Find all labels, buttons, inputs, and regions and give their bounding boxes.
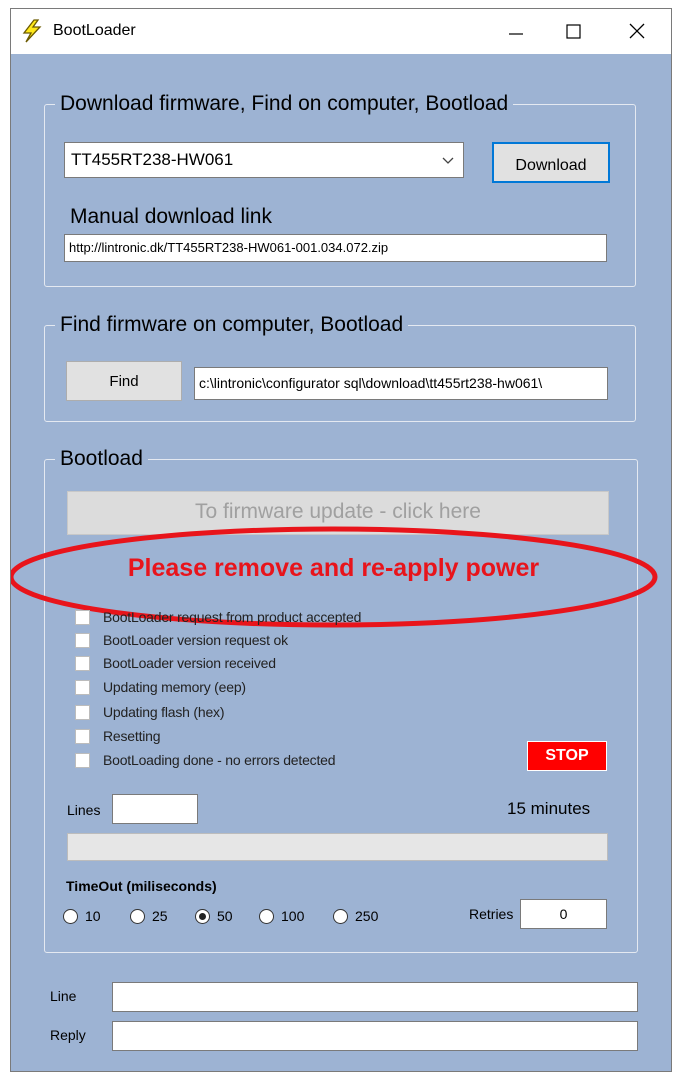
timeout-option[interactable]: 25 — [130, 905, 168, 927]
step-label: Updating memory (eep) — [103, 679, 246, 695]
step-row[interactable]: BootLoader version received — [75, 652, 455, 674]
maximize-icon — [566, 24, 581, 39]
step-checkbox[interactable] — [75, 632, 90, 648]
maximize-button[interactable] — [550, 9, 596, 54]
step-row[interactable]: Updating memory (eep) — [75, 676, 455, 698]
timeout-option[interactable]: 50 — [195, 905, 233, 927]
firmware-select[interactable]: TT455RT238-HW061 — [64, 142, 464, 178]
timeout-option[interactable]: 100 — [259, 905, 304, 927]
step-row[interactable]: BootLoader version request ok — [75, 629, 455, 651]
lines-field[interactable] — [112, 794, 198, 824]
step-row[interactable]: BootLoading done - no errors detected — [75, 749, 455, 771]
duration-text: 15 minutes — [507, 799, 591, 818]
step-row[interactable]: BootLoader request from product accepted — [75, 606, 455, 628]
step-checkbox[interactable] — [75, 679, 90, 695]
line-label: Line — [50, 988, 77, 1004]
manual-link-field[interactable]: http://lintronic.dk/TT455RT238-HW061-001… — [64, 234, 607, 262]
bootloader-window: BootLoader Download firmware, Find on co… — [10, 8, 672, 1072]
step-checkbox[interactable] — [75, 728, 90, 744]
download-button[interactable]: Download — [492, 142, 610, 183]
reply-field[interactable] — [112, 1021, 638, 1051]
timeout-label: TimeOut (miliseconds) — [66, 878, 217, 894]
retries-field[interactable]: 0 — [520, 899, 607, 929]
bootload-progress-bar — [67, 833, 608, 861]
bootload-group-legend: Bootload — [55, 445, 148, 473]
timeout-radio[interactable] — [195, 908, 210, 924]
step-label: BootLoading done - no errors detected — [103, 752, 336, 768]
line-field[interactable] — [112, 982, 638, 1012]
minimize-button[interactable] — [493, 9, 539, 54]
timeout-option-label: 50 — [217, 908, 233, 924]
download-group-legend: Download firmware, Find on computer, Boo… — [55, 90, 514, 118]
timeout-radio[interactable] — [333, 908, 348, 924]
step-checkbox[interactable] — [75, 704, 90, 720]
step-label: BootLoader version received — [103, 655, 276, 671]
step-row[interactable]: Updating flash (hex) — [75, 701, 455, 723]
retries-label: Retries — [469, 906, 514, 922]
power-annotation-text: Please remove and re-apply power — [127, 554, 540, 582]
timeout-option-label: 100 — [281, 908, 305, 924]
timeout-option-label: 10 — [85, 908, 101, 924]
timeout-option[interactable]: 250 — [333, 905, 378, 927]
step-label: Updating flash (hex) — [103, 704, 225, 720]
window-title: BootLoader — [53, 22, 136, 39]
firmware-select-value: TT455RT238-HW061 — [71, 150, 234, 169]
lightning-bolt-icon — [21, 19, 43, 43]
minimize-icon — [509, 33, 523, 35]
find-group-legend: Find firmware on computer, Bootload — [55, 311, 409, 339]
timeout-option-label: 250 — [355, 908, 379, 924]
lines-label: Lines — [67, 802, 101, 818]
step-checkbox[interactable] — [75, 752, 90, 768]
step-checkbox[interactable] — [75, 655, 90, 671]
manual-link-label: Manual download link — [70, 205, 272, 228]
stop-button[interactable]: STOP — [527, 741, 607, 771]
step-label: BootLoader request from product accepted — [103, 609, 362, 625]
close-icon — [629, 23, 645, 39]
chevron-down-icon — [442, 157, 454, 164]
timeout-radio[interactable] — [63, 908, 78, 924]
step-label: BootLoader version request ok — [103, 632, 288, 648]
firmware-path-field[interactable]: c:\lintronic\configurator sql\download\t… — [194, 367, 608, 400]
title-bar[interactable]: BootLoader — [11, 9, 671, 54]
timeout-radio[interactable] — [130, 908, 145, 924]
timeout-option-label: 25 — [152, 908, 168, 924]
timeout-radio[interactable] — [259, 908, 274, 924]
step-checkbox[interactable] — [75, 609, 90, 625]
step-label: Resetting — [103, 728, 161, 744]
timeout-option[interactable]: 10 — [63, 905, 101, 927]
close-button[interactable] — [614, 9, 660, 54]
reply-label: Reply — [50, 1027, 86, 1043]
find-button[interactable]: Find — [66, 361, 182, 401]
step-row[interactable]: Resetting — [75, 725, 455, 747]
